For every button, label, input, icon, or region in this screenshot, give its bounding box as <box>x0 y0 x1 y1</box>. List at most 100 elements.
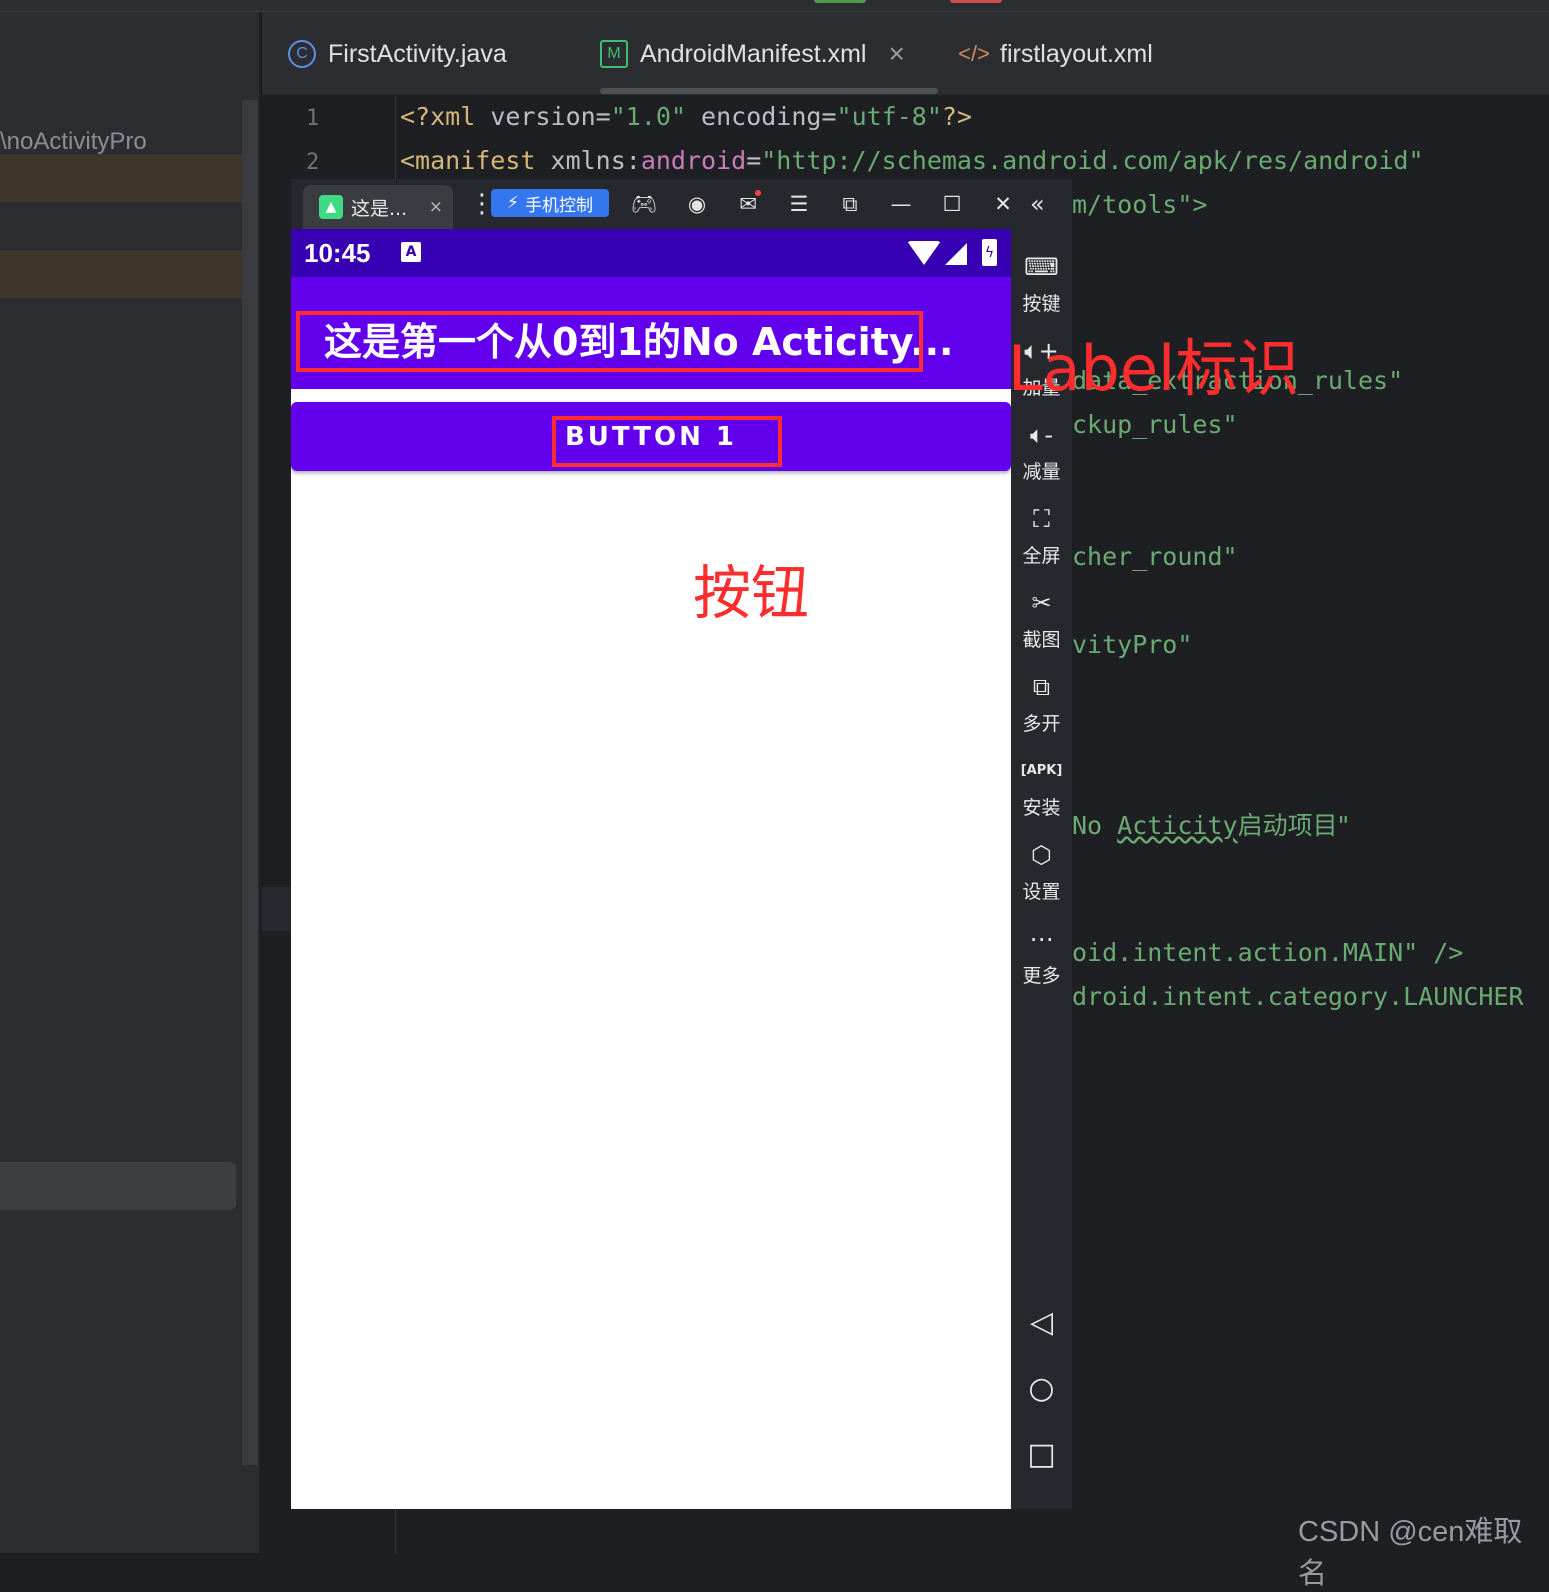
back-icon[interactable]: ◁ <box>1011 1305 1072 1340</box>
apk-install-icon: [APK] <box>1020 763 1063 778</box>
emulator-sidebar: ⌨ 按键 🔈︎+ 加量 🔈︎- 减量 ⛶ 全屏 ✂ 截图 ⧉ 多开 [APK] 安装 ⬡ 设置 … <box>1011 229 1072 1509</box>
tab-label: firstlayout.xml <box>1000 39 1153 68</box>
phone-control-label: 手机控制 <box>524 195 593 216</box>
recents-icon[interactable]: □ <box>1011 1437 1072 1472</box>
title-annotation-box <box>296 311 923 372</box>
close-icon[interactable]: ✕ <box>988 189 1018 219</box>
multi-instance-tool[interactable]: ⧉ 多开 <box>1011 671 1072 736</box>
install-apk-tool[interactable]: [APK] 安装 <box>1011 755 1072 820</box>
tab-label: AndroidManifest.xml <box>640 39 867 68</box>
code-token: "http://schemas.android.com/apk/res/andr… <box>761 146 1424 175</box>
code-token: version= <box>490 102 611 131</box>
multi-instance-icon: ⧉ <box>1032 673 1051 701</box>
project-tree-highlight[interactable] <box>0 250 258 298</box>
code-token: encoding= <box>701 102 837 131</box>
fullscreen-tool[interactable]: ⛶ 全屏 <box>1011 503 1072 568</box>
tool-label: 截图 <box>1022 629 1061 651</box>
menu-icon[interactable]: ☰ <box>784 189 814 219</box>
ide-top-strip <box>0 0 1549 12</box>
manifest-icon: M <box>600 40 628 68</box>
project-tree-highlight[interactable] <box>0 154 258 202</box>
code-token: xmlns: <box>550 146 641 175</box>
line-number: 2 <box>306 150 320 175</box>
emulator-titlebar: ▲ 这是... × ⋮ ⚡ 手机控制 🎮︎ ◉ ✉ ☰ ⧉ — ☐ ✕ <box>291 179 1072 229</box>
tab-firstactivity-java[interactable]: C FirstActivity.java <box>288 12 507 96</box>
status-time: 10:45 <box>304 238 371 268</box>
phone-screen: 10:45 A ϟ 这是第一个从0到1的No Acticity... BUTTO… <box>291 229 1011 1509</box>
settings-tool[interactable]: ⬡ 设置 <box>1011 839 1072 904</box>
lightning-icon: ⚡ <box>507 193 519 213</box>
code-line-1: <?xml version="1.0" encoding="utf-8"?> <box>400 102 972 131</box>
code-line-6: cher_round" <box>1072 542 1238 571</box>
emulator-tab-label: 这是... <box>351 197 408 220</box>
android-status-bar: 10:45 A ϟ <box>291 229 1011 277</box>
tool-label: 全屏 <box>1022 545 1061 567</box>
code-line-10: droid.intent.category.LAUNCHER <box>1072 982 1524 1011</box>
code-line-3: m/tools"> <box>1072 190 1208 219</box>
fullscreen-icon: ⛶ <box>1033 505 1050 533</box>
tool-label: 安装 <box>1022 797 1061 819</box>
line-number: 1 <box>306 106 320 131</box>
tab-label: FirstActivity.java <box>328 39 507 68</box>
maximize-icon[interactable]: ☐ <box>937 189 967 219</box>
code-line-5: ckup_rules" <box>1072 410 1238 439</box>
button-annotation-box <box>552 416 782 467</box>
emulator-window: ▲ 这是... × ⋮ ⚡ 手机控制 🎮︎ ◉ ✉ ☰ ⧉ — ☐ ✕ 10:4… <box>291 179 1072 1509</box>
code-token: Acticity <box>1117 811 1238 840</box>
tool-label: 设置 <box>1022 881 1061 903</box>
button-annotation-label: 按钮 <box>693 559 810 627</box>
volume-down-icon: 🔈︎- <box>1029 421 1054 449</box>
tool-label: 按键 <box>1022 293 1061 315</box>
code-token: "1.0" <box>610 102 702 131</box>
android-icon: ▲ <box>319 195 343 219</box>
project-scrollbar[interactable] <box>242 100 258 1465</box>
emulator-tab-close-icon[interactable]: × <box>429 197 443 217</box>
emulator-app-tab[interactable]: ▲ 这是... × <box>303 185 453 229</box>
cell-signal-icon <box>945 243 967 265</box>
notification-dot <box>755 190 761 196</box>
code-token: <manifest <box>400 146 551 175</box>
minimize-icon[interactable]: — <box>886 189 916 219</box>
stop-indicator <box>950 0 1002 3</box>
account-icon[interactable]: ◉ <box>682 189 712 219</box>
keyboard-tool[interactable]: ⌨ 按键 <box>1011 251 1072 316</box>
project-tree-item[interactable] <box>0 1162 236 1210</box>
code-token: = <box>746 146 762 175</box>
pin-window-icon[interactable]: ⧉ <box>835 189 865 219</box>
accessibility-notification-icon: A <box>401 242 421 262</box>
code-token: "utf-8" <box>836 102 942 131</box>
tab-close-icon[interactable]: × <box>888 38 904 70</box>
screenshot-tool[interactable]: ✂ 截图 <box>1011 587 1072 652</box>
watermark: CSDN @cen难取名 <box>1298 1516 1523 1590</box>
phone-control-button[interactable]: ⚡ 手机控制 <box>491 189 609 217</box>
project-path[interactable]: \noActivityPro <box>0 128 147 156</box>
code-line-7: vityPro" <box>1072 630 1193 659</box>
run-indicator <box>814 0 866 3</box>
keyboard-icon: ⌨ <box>1024 253 1059 281</box>
battery-charging-icon: ϟ <box>982 239 997 266</box>
editor-tab-bar: C FirstActivity.java M AndroidManifest.x… <box>262 12 1549 96</box>
xml-icon: </> <box>958 41 990 66</box>
more-tool[interactable]: ⋯ 更多 <box>1011 923 1072 988</box>
code-token: android <box>640 146 747 175</box>
collapse-icon[interactable]: « <box>1030 190 1045 218</box>
gamepad-icon[interactable]: 🎮︎ <box>629 189 659 219</box>
tool-label: 更多 <box>1022 965 1061 987</box>
volume-down-tool[interactable]: 🔈︎- 减量 <box>1011 419 1072 484</box>
code-token: 启动项目" <box>1237 811 1350 840</box>
code-token: No <box>1072 811 1118 840</box>
tool-label: 多开 <box>1022 713 1061 735</box>
wifi-icon <box>907 241 941 265</box>
code-token: ?> <box>941 102 972 131</box>
class-icon: C <box>288 40 316 68</box>
tool-label: 减量 <box>1022 461 1061 483</box>
project-pane: \noActivityPro <box>0 12 260 1553</box>
active-tab-indicator <box>600 88 938 94</box>
more-icon: ⋯ <box>1029 925 1054 953</box>
code-line-8: No Acticity启动项目" <box>1072 806 1349 842</box>
mail-icon[interactable]: ✉ <box>733 189 763 219</box>
tab-androidmanifest-xml[interactable]: M AndroidManifest.xml × <box>600 12 905 96</box>
code-token: <?xml <box>400 102 491 131</box>
tab-firstlayout-xml[interactable]: </> firstlayout.xml <box>958 12 1153 96</box>
home-icon[interactable]: ○ <box>1011 1371 1072 1406</box>
